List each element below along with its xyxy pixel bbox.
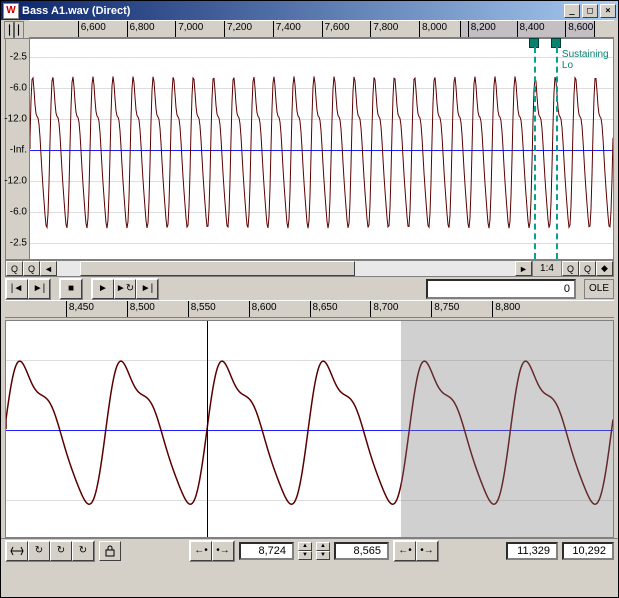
loop-end-spinner[interactable]: ▲▼	[316, 542, 330, 560]
detail-ruler[interactable]: 8,4508,5008,5508,6008,6508,7008,7508,800	[5, 300, 614, 318]
loop-tool-2[interactable]: ↻	[50, 541, 72, 561]
zoom-out-vert-icon[interactable]: Q	[6, 261, 23, 276]
maximize-button[interactable]: □	[582, 4, 598, 18]
loop-start-spinner[interactable]: ▲▼	[298, 542, 312, 560]
waveform-canvas: Sustaining Lo	[30, 39, 613, 259]
cursor-tool-button[interactable]	[4, 21, 24, 39]
overview-ruler[interactable]: 6,6006,8007,0007,2007,4007,6007,8008,000…	[29, 20, 614, 38]
detail-waveform[interactable]	[5, 320, 614, 538]
snap-zero-button[interactable]	[6, 541, 28, 561]
zoom-in-icon[interactable]: Q	[579, 261, 596, 276]
nudge-start-right[interactable]: •→	[212, 541, 234, 561]
zoom-fit-icon[interactable]: ◆	[596, 261, 613, 276]
title-bar: W Bass A1.wav (Direct) _ □ ×	[1, 1, 618, 20]
scroll-right-icon[interactable]: ►	[515, 261, 532, 276]
loop-tool-3[interactable]: ↻	[72, 541, 94, 561]
zoom-out-icon[interactable]: Q	[562, 261, 579, 276]
window-title: Bass A1.wav (Direct)	[22, 5, 130, 17]
overview-waveform[interactable]: -2.5-6.0-12.0-Inf.-12.0-6.0-2.5 Sustaini…	[5, 38, 614, 260]
play-button[interactable]: ►	[92, 279, 114, 299]
rewind-button[interactable]: |◄	[6, 279, 28, 299]
app-icon: W	[3, 3, 19, 19]
position-counter: 0	[426, 279, 576, 299]
overview-scrollbar[interactable]: Q Q ◄ ► 1:4 Q Q ◆	[5, 260, 614, 277]
selection-length: 10,292	[562, 542, 614, 560]
ole-button[interactable]: OLE	[584, 279, 614, 299]
loop-end-value[interactable]: 8,565	[334, 542, 389, 560]
close-button[interactable]: ×	[600, 4, 616, 18]
forward-end-button[interactable]: ►|	[28, 279, 50, 299]
nudge-start-left[interactable]: ←•	[190, 541, 212, 561]
minimize-button[interactable]: _	[564, 4, 580, 18]
transport-toolbar: |◄ ►| ■ ► ►↻ ►| 0 OLE	[1, 277, 618, 300]
nudge-end-left[interactable]: ←•	[394, 541, 416, 561]
loop-tool-1[interactable]: ↻	[28, 541, 50, 561]
status-bar: ↻ ↻ ↻ ←• •→ 8,724 ▲▼ ▲▼ 8,565 ←• •→ 11,3…	[1, 538, 618, 562]
scroll-left-icon[interactable]: ◄	[40, 261, 57, 276]
zoom-ratio: 1:4	[532, 261, 562, 276]
zoom-in-vert-icon[interactable]: Q	[23, 261, 40, 276]
stop-button[interactable]: ■	[60, 279, 82, 299]
scroll-track[interactable]	[57, 261, 515, 276]
y-axis: -2.5-6.0-12.0-Inf.-12.0-6.0-2.5	[6, 39, 30, 259]
total-samples: 11,329	[506, 542, 558, 560]
loop-start-value[interactable]: 8,724	[239, 542, 294, 560]
nudge-end-right[interactable]: •→	[416, 541, 438, 561]
detail-canvas	[6, 321, 613, 537]
play-loop-button[interactable]: ►↻	[114, 279, 136, 299]
lock-button[interactable]	[99, 541, 121, 561]
play-marker-button[interactable]: ►|	[136, 279, 158, 299]
